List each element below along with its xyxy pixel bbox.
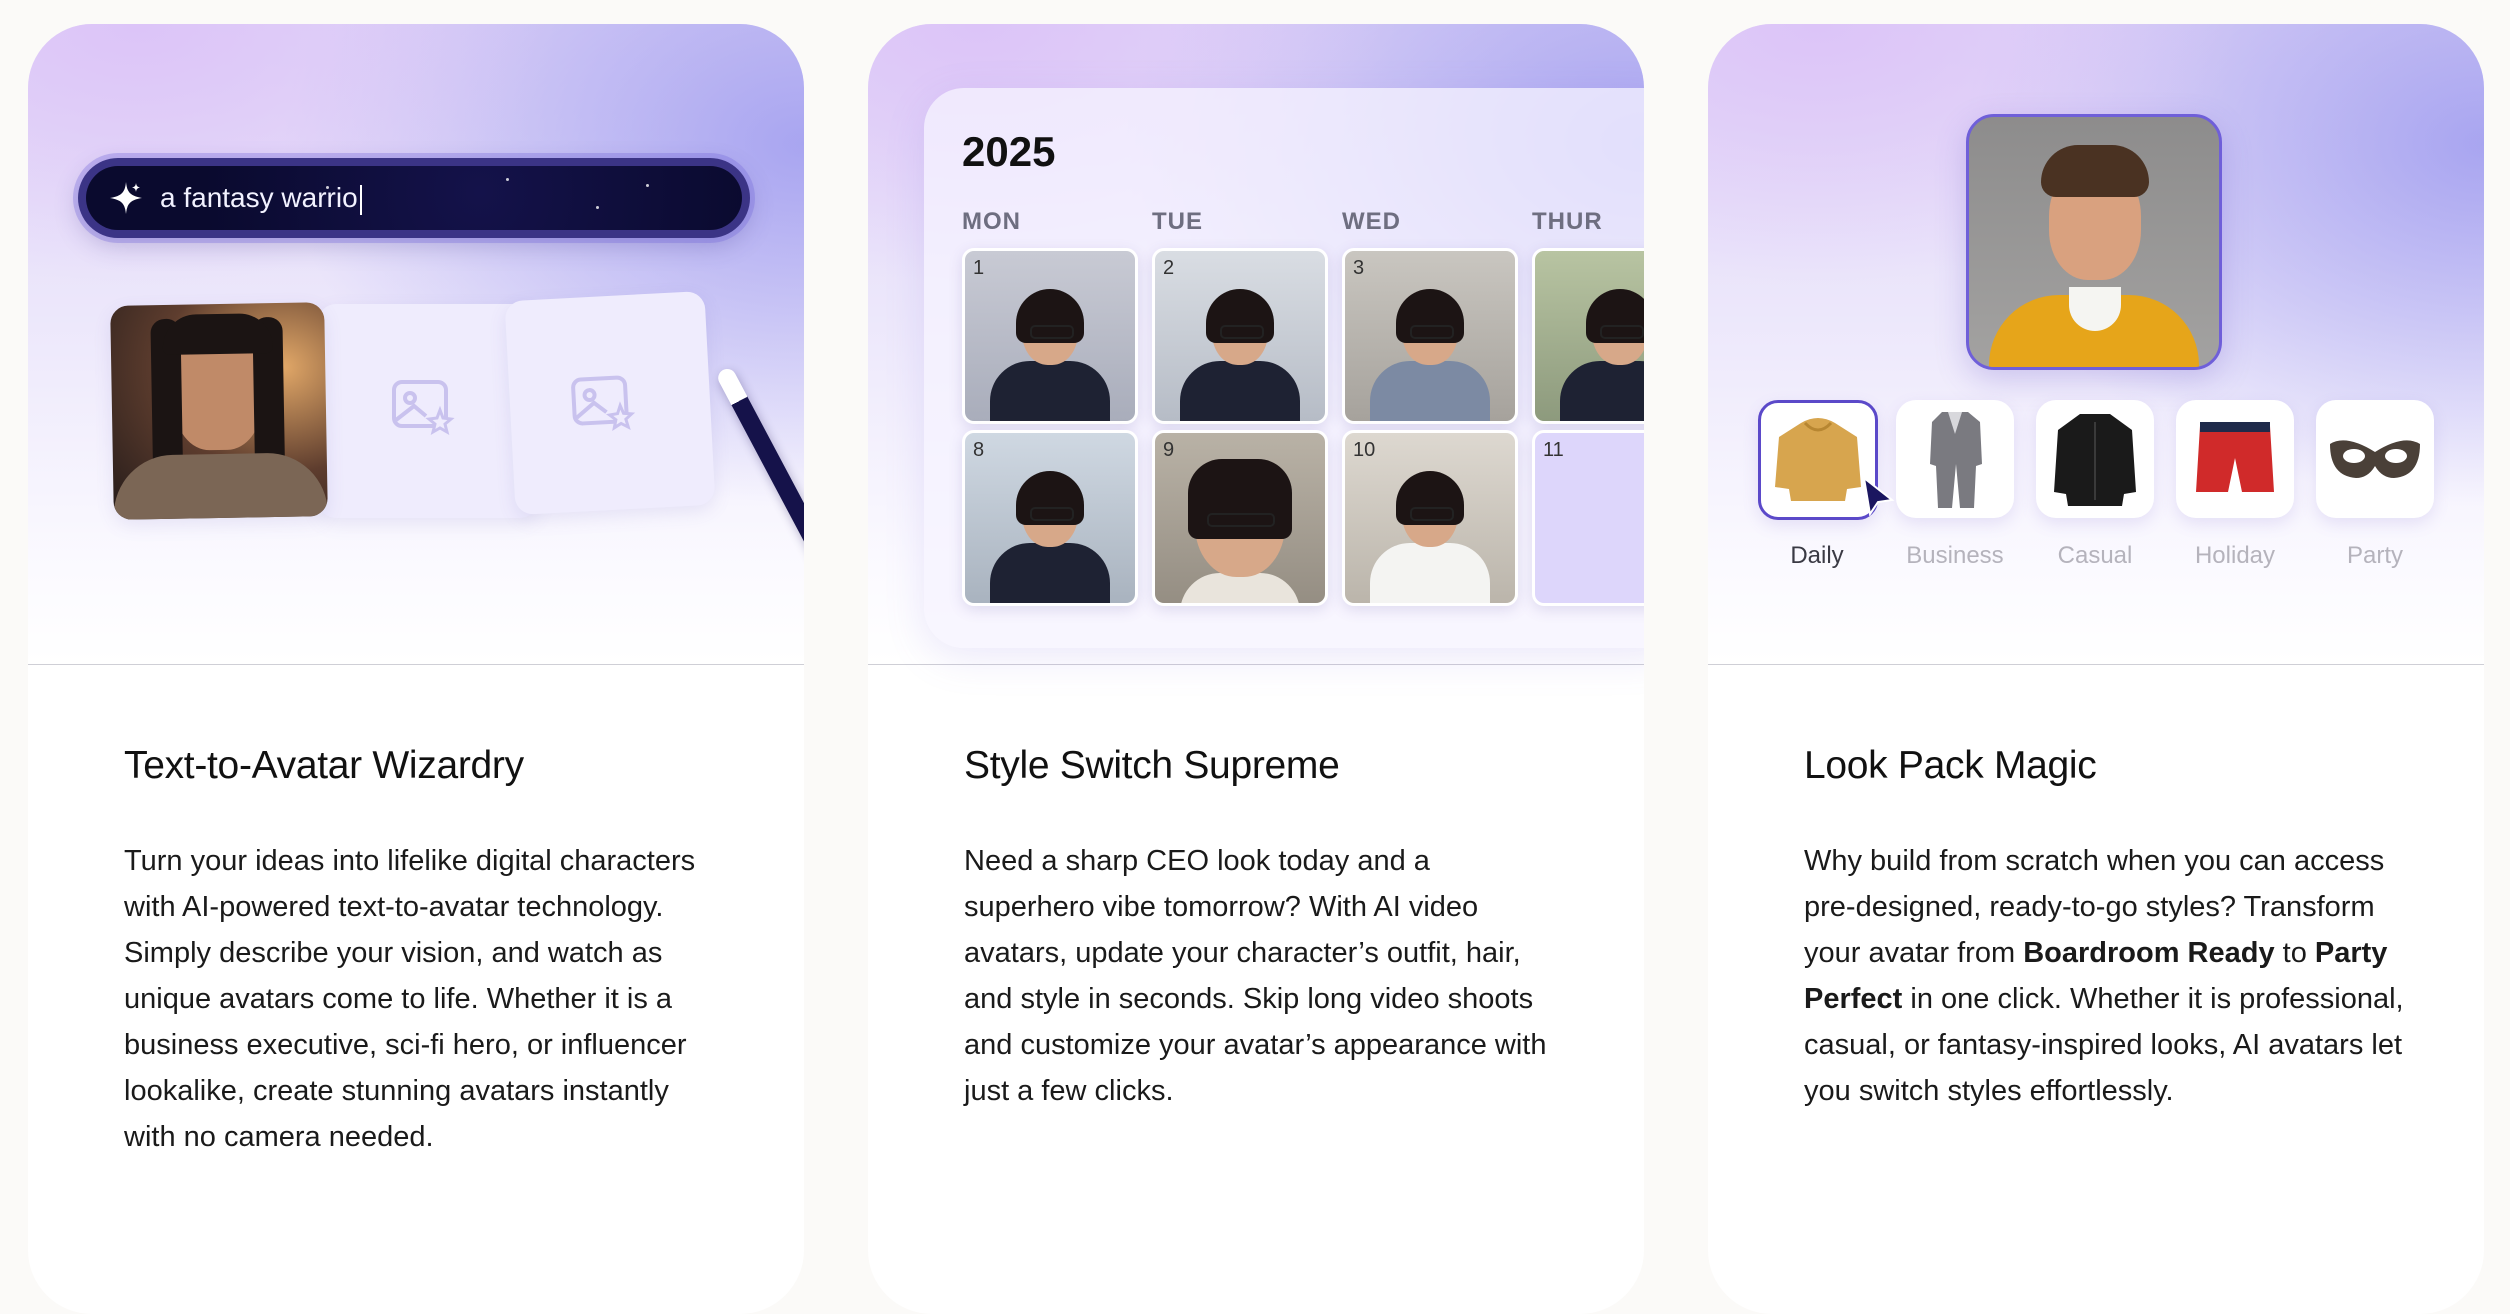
date-number: 11 — [1543, 439, 1564, 461]
card-title: Text-to-Avatar Wizardry — [124, 744, 524, 787]
magic-wand-icon — [715, 365, 804, 595]
feature-card-style-switch: 2025 MON TUE WED THUR 1 2 3 8 9 10 11 St… — [868, 24, 1644, 1314]
date-number: 1 — [973, 257, 985, 279]
card-visual: 2025 MON TUE WED THUR 1 2 3 8 9 10 11 — [868, 24, 1644, 665]
sparkle-icon — [110, 182, 142, 214]
outfit-label-business: Business — [1906, 542, 2004, 569]
text-caret — [359, 184, 362, 215]
calendar-cell[interactable]: 3 — [1342, 248, 1518, 424]
prompt-input[interactable]: a fantasy warrio — [78, 158, 750, 238]
card-title: Look Pack Magic — [1804, 744, 2097, 787]
image-placeholder-icon — [571, 375, 636, 431]
day-header: WED — [1342, 208, 1401, 235]
image-placeholder-card — [318, 304, 538, 518]
day-header: TUE — [1152, 208, 1203, 235]
outfit-label-casual: Casual — [2057, 542, 2133, 569]
outfit-option-casual[interactable] — [2036, 400, 2154, 518]
card-description: Turn your ideas into lifelike digital ch… — [124, 845, 696, 1153]
feature-card-text-to-avatar: a fantasy warrio Text-to-Avatar Wizardry… — [28, 24, 804, 1314]
bold-phrase: Boardroom Ready — [2023, 937, 2275, 969]
card-visual: a fantasy warrio — [28, 24, 804, 665]
outfit-option-party[interactable] — [2316, 400, 2434, 518]
date-number: 9 — [1163, 439, 1175, 461]
shorts-icon — [2196, 422, 2274, 492]
hoodie-icon — [1775, 418, 1861, 501]
prompt-text: a fantasy warrio — [160, 182, 358, 213]
calendar-cell[interactable]: 9 — [1152, 430, 1328, 606]
calendar-year: 2025 — [962, 128, 1056, 175]
outfit-option-daily[interactable] — [1758, 400, 1878, 520]
shirt-icon — [2054, 414, 2136, 506]
outfit-option-business[interactable] — [1896, 400, 2014, 518]
calendar-cell[interactable]: 8 — [962, 430, 1138, 606]
calendar-cell[interactable]: 2 — [1152, 248, 1328, 424]
feature-card-look-pack: Daily Business Casual Holiday Party Look… — [1708, 24, 2484, 1314]
cursor-icon — [1862, 476, 1895, 516]
mask-icon — [2330, 440, 2420, 478]
calendar: 2025 MON TUE WED THUR 1 2 3 8 9 10 11 — [924, 88, 1644, 648]
suit-icon — [1930, 412, 1982, 508]
card-description: Why build from scratch when you can acce… — [1804, 845, 2404, 1107]
outfit-label-party: Party — [2346, 542, 2403, 569]
date-number: 3 — [1353, 257, 1365, 279]
day-header: THUR — [1532, 208, 1603, 235]
avatar-portrait — [1966, 114, 2222, 370]
outfit-label-holiday: Holiday — [2194, 542, 2276, 569]
calendar-cell[interactable]: 1 — [962, 248, 1138, 424]
outfit-option-holiday[interactable] — [2176, 400, 2294, 518]
date-number: 2 — [1163, 257, 1175, 279]
date-number: 8 — [973, 439, 985, 461]
day-header: MON — [962, 208, 1021, 235]
image-placeholder-card — [504, 290, 716, 516]
calendar-cell[interactable]: 11 — [1532, 430, 1644, 606]
card-description: Need a sharp CEO look today and a superh… — [964, 845, 1547, 1107]
card-title: Style Switch Supreme — [964, 744, 1340, 787]
outfit-label-daily: Daily — [1790, 542, 1844, 569]
date-number: 10 — [1353, 439, 1376, 461]
card-visual: Daily Business Casual Holiday Party — [1708, 24, 2484, 665]
warrior-avatar-image — [110, 302, 328, 520]
image-placeholder-icon — [392, 380, 455, 436]
calendar-cell[interactable]: 10 — [1342, 430, 1518, 606]
calendar-cell[interactable] — [1532, 248, 1644, 424]
